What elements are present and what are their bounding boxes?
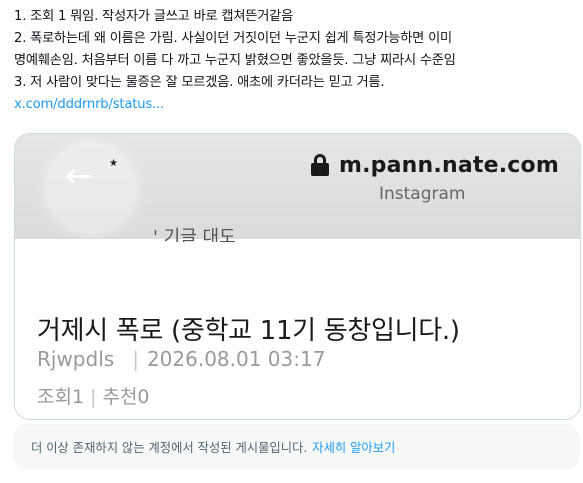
post-stats: 조회1 | 추천0 <box>37 386 150 408</box>
url-text: m.pann.nate.com <box>339 152 559 178</box>
learn-more-link[interactable]: 자세히 알아보기 <box>312 438 395 456</box>
sub-site-label: Instagram <box>379 184 466 204</box>
post-title: 거제시 폭로 (중학교 11기 동창입니다.) <box>37 316 460 346</box>
deleted-account-notice: 더 이상 존재하지 않는 계정에서 작성된 게시물입니다. 자세히 알아보기 <box>14 424 579 469</box>
tweet-line-2: 2. 폭로하는데 왜 이름은 가림. 사실이던 거짓이던 누군지 쉽게 특정가능… <box>14 31 452 46</box>
tweet-line-3: 명예훼손임. 처음부터 이름 다 까고 누군지 밝혔으면 좋았을듯. 그냥 찌라… <box>14 53 456 68</box>
tweet-line-1: 1. 조회 1 뭐임. 작성자가 글쓰고 바로 캡쳐뜬거같음 <box>14 9 294 24</box>
small-glyph: ★ <box>109 158 118 169</box>
faded-header-text: ' 기글 대도 <box>153 227 236 242</box>
views-count: 조회1 <box>37 386 85 408</box>
tweet-line-4: 3. 저 사람이 맞다는 물증은 잘 모르겠음. 애초에 카더라는 믿고 거름. <box>14 75 385 90</box>
quoted-image-card[interactable]: ← ★ m.pann.nate.com Instagram ' 기글 대도 거제… <box>14 133 581 420</box>
tweet-text: 1. 조회 1 뭐임. 작성자가 글쓰고 바로 캡쳐뜬거같음 2. 폭로하는데 … <box>14 6 579 116</box>
post-meta: Rjwpdls | 2026.08.01 03:17 <box>37 347 326 371</box>
tweet-link[interactable]: x.com/dddrnrb/status... <box>14 94 579 116</box>
post-datetime: 2026.08.01 03:17 <box>146 347 326 371</box>
url-bar: m.pann.nate.com <box>311 150 559 180</box>
notice-text: 더 이상 존재하지 않는 계정에서 작성된 게시물입니다. <box>31 440 308 455</box>
lock-icon <box>311 154 329 176</box>
post-author: Rjwpdls <box>37 347 115 371</box>
screenshot-header: ← ★ m.pann.nate.com Instagram ' 기글 대도 <box>15 134 580 242</box>
back-arrow-icon: ← <box>64 156 94 196</box>
recommend-count: 추천0 <box>102 386 150 408</box>
